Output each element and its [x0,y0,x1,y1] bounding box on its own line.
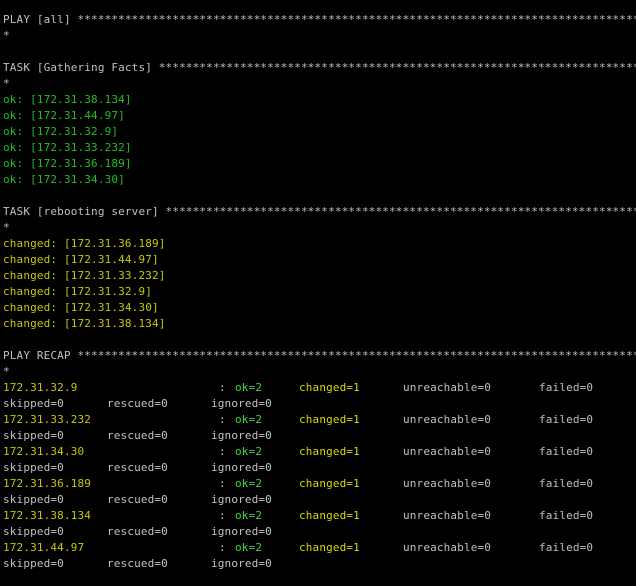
recap-row-continued: skipped=0 rescued=0 ignored=0 [3,460,636,476]
recap-changed: changed=1 [299,477,360,490]
recap-rescued: rescued=0 [107,493,168,506]
recap-skipped: skipped=0 [3,493,64,506]
task-result-changed: changed: [172.31.32.9] [3,285,152,298]
recap-unreachable: unreachable=0 [403,413,492,426]
recap-skipped: skipped=0 [3,397,64,410]
recap-colon: : [219,477,226,490]
recap-changed: changed=1 [299,541,360,554]
recap-row-continued: skipped=0 rescued=0 ignored=0 [3,524,636,540]
recap-rescued: rescued=0 [107,397,168,410]
recap-unreachable: unreachable=0 [403,477,492,490]
task-result-ok: ok: [172.31.36.189] [3,157,132,170]
task-result-changed: changed: [172.31.38.134] [3,317,166,330]
recap-row: 172.31.44.97 : ok=2 changed=1 unreachabl… [3,540,636,556]
recap-unreachable: unreachable=0 [403,381,492,394]
recap-unreachable: unreachable=0 [403,541,492,554]
task-header-rebooting-server: TASK [rebooting server] ****************… [3,205,636,218]
task-header-gathering-facts: TASK [Gathering Facts] *****************… [3,61,636,74]
recap-colon: : [219,541,226,554]
recap-rescued: rescued=0 [107,557,168,570]
recap-ok: ok=2 [235,541,263,554]
recap-ignored: ignored=0 [211,397,272,410]
play-header-star: * [3,29,10,42]
recap-ok: ok=2 [235,509,263,522]
task-header-star: * [3,77,10,90]
recap-ok: ok=2 [235,477,263,490]
recap-row-continued: skipped=0 rescued=0 ignored=0 [3,556,636,572]
play-recap-table: 172.31.32.9 : ok=2 changed=1 unreachable… [3,380,636,572]
task-result-changed: changed: [172.31.36.189] [3,237,166,250]
recap-row-continued: skipped=0 rescued=0 ignored=0 [3,428,636,444]
task-result-ok: ok: [172.31.44.97] [3,109,125,122]
recap-changed: changed=1 [299,381,360,394]
task-result-changed: changed: [172.31.44.97] [3,253,159,266]
recap-host: 172.31.44.97 [3,541,85,554]
task-results-gathering-facts: ok: [172.31.38.134] ok: [172.31.44.97] o… [3,92,636,188]
recap-row: 172.31.33.232 : ok=2 changed=1 unreachab… [3,412,636,428]
recap-host: 172.31.38.134 [3,509,92,522]
recap-row-continued: skipped=0 rescued=0 ignored=0 [3,492,636,508]
recap-ignored: ignored=0 [211,557,272,570]
recap-failed: failed=0 [539,381,594,394]
play-header: PLAY [all] *****************************… [3,13,636,26]
recap-colon: : [219,445,226,458]
recap-rescued: rescued=0 [107,461,168,474]
recap-colon: : [219,509,226,522]
recap-skipped: skipped=0 [3,461,64,474]
recap-rescued: rescued=0 [107,429,168,442]
recap-ignored: ignored=0 [211,429,272,442]
recap-row: 172.31.32.9 : ok=2 changed=1 unreachable… [3,380,636,396]
play-recap-star: * [3,365,10,378]
recap-failed: failed=0 [539,541,594,554]
task-result-ok: ok: [172.31.33.232] [3,141,132,154]
recap-failed: failed=0 [539,509,594,522]
task-result-ok: ok: [172.31.32.9] [3,125,119,138]
recap-skipped: skipped=0 [3,429,64,442]
recap-row: 172.31.38.134 : ok=2 changed=1 unreachab… [3,508,636,524]
recap-ignored: ignored=0 [211,461,272,474]
recap-failed: failed=0 [539,477,594,490]
task-result-changed: changed: [172.31.34.30] [3,301,159,314]
task-result-ok: ok: [172.31.38.134] [3,93,132,106]
recap-ok: ok=2 [235,413,263,426]
recap-row-continued: skipped=0 rescued=0 ignored=0 [3,396,636,412]
play-recap-header: PLAY RECAP *****************************… [3,349,636,362]
recap-unreachable: unreachable=0 [403,445,492,458]
recap-host: 172.31.36.189 [3,477,92,490]
recap-host: 172.31.33.232 [3,413,92,426]
recap-changed: changed=1 [299,445,360,458]
task-result-ok: ok: [172.31.34.30] [3,173,125,186]
task-result-changed: changed: [172.31.33.232] [3,269,166,282]
recap-changed: changed=1 [299,509,360,522]
task-header-star: * [3,221,10,234]
recap-host: 172.31.32.9 [3,381,78,394]
task-results-rebooting-server: changed: [172.31.36.189] changed: [172.3… [3,236,636,332]
recap-failed: failed=0 [539,413,594,426]
recap-colon: : [219,413,226,426]
recap-skipped: skipped=0 [3,557,64,570]
recap-ok: ok=2 [235,381,263,394]
recap-row: 172.31.34.30 : ok=2 changed=1 unreachabl… [3,444,636,460]
recap-ignored: ignored=0 [211,525,272,538]
recap-changed: changed=1 [299,413,360,426]
terminal-output[interactable]: PLAY [all] *****************************… [0,0,636,586]
recap-row: 172.31.36.189 : ok=2 changed=1 unreachab… [3,476,636,492]
recap-rescued: rescued=0 [107,525,168,538]
recap-ignored: ignored=0 [211,493,272,506]
recap-skipped: skipped=0 [3,525,64,538]
recap-unreachable: unreachable=0 [403,509,492,522]
recap-host: 172.31.34.30 [3,445,85,458]
recap-failed: failed=0 [539,445,594,458]
recap-colon: : [219,381,226,394]
recap-ok: ok=2 [235,445,263,458]
